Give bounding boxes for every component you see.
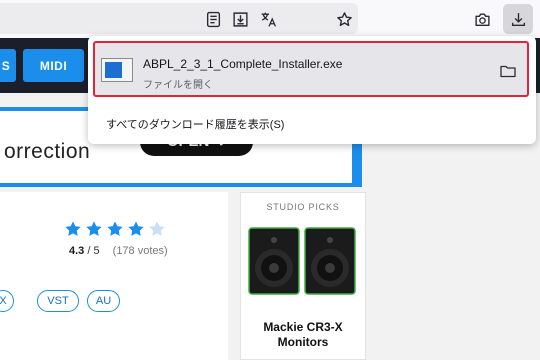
star-filled-icon[interactable] — [106, 220, 124, 238]
bookmark-star-icon[interactable] — [332, 7, 356, 31]
browser-toolbar — [0, 0, 540, 38]
rating-summary: 4.3 / 5 (178 votes) — [69, 245, 168, 257]
product-image[interactable] — [247, 226, 359, 296]
download-icon[interactable] — [503, 4, 533, 34]
downloads-panel: ABPL_2_3_1_Complete_Installer.exe ファイルを開… — [88, 36, 536, 144]
studio-picks-card[interactable]: STUDIO PICKS Mackie CR3-X Monitors — [240, 192, 366, 360]
banner-text: orrection — [4, 140, 91, 163]
studio-picks-heading: STUDIO PICKS — [266, 202, 340, 212]
reader-view-icon[interactable] — [201, 7, 225, 31]
rating-stars[interactable] — [64, 220, 166, 238]
star-filled-icon[interactable] — [127, 220, 145, 238]
rating-score: 4.3 — [69, 245, 85, 257]
star-filled-icon[interactable] — [85, 220, 103, 238]
show-all-downloads-link[interactable]: すべてのダウンロード履歴を表示(S) — [106, 116, 284, 132]
url-bar[interactable] — [0, 3, 358, 34]
format-tag-au[interactable]: AU — [87, 290, 120, 312]
exe-file-icon — [101, 58, 133, 82]
format-tag-vst[interactable]: VST — [37, 290, 79, 312]
translate-icon[interactable] — [256, 7, 280, 31]
star-filled-icon[interactable] — [64, 220, 82, 238]
download-status: ファイルを開く — [143, 80, 213, 91]
save-page-icon[interactable] — [228, 7, 252, 31]
screenshot-icon[interactable] — [470, 7, 494, 31]
star-empty-icon[interactable] — [148, 220, 166, 238]
folder-icon[interactable] — [497, 61, 519, 81]
nav-button-partial[interactable]: S — [0, 49, 16, 82]
nav-button-midi[interactable]: MIDI — [23, 49, 84, 82]
download-item[interactable]: ABPL_2_3_1_Complete_Installer.exe ファイルを開… — [93, 41, 529, 97]
product-title[interactable]: Mackie CR3-X Monitors — [241, 320, 365, 350]
rating-votes: (178 votes) — [112, 245, 168, 257]
download-file-name: ABPL_2_3_1_Complete_Installer.exe — [143, 57, 343, 71]
rating-max: / 5 — [87, 245, 100, 257]
rating-card — [0, 192, 228, 360]
